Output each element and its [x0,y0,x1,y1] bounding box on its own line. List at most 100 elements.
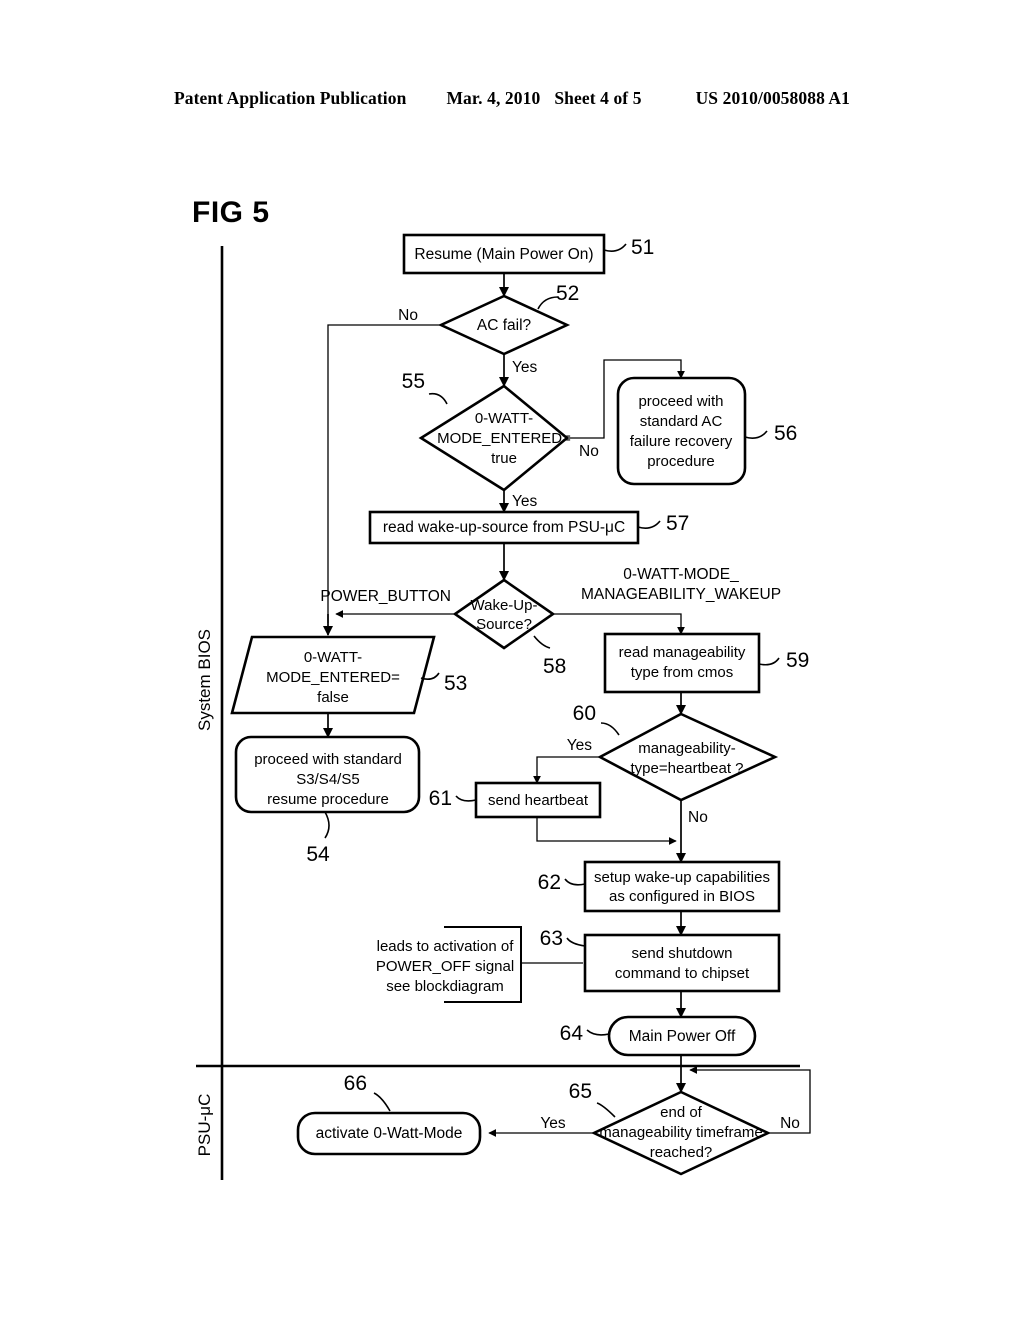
node-52-label: AC fail? [477,317,532,334]
leader-61 [455,795,477,802]
annotation-line3: see blockdiagram [386,978,504,995]
edge-label-timeframe-yes: Yes [540,1115,566,1132]
edge-label-ac-fail-yes: Yes [512,359,538,376]
ref-number-60: 60 [573,702,596,725]
leader-56 [744,430,768,439]
node-62-setup-wakeup-capabilities[interactable]: setup wake-up capabilities as configured… [583,860,781,913]
node-65-timeframe-decision[interactable]: end of manageability timeframe reached? [590,1090,772,1176]
annotation-line2: POWER_OFF signal [376,958,514,975]
node-54-label-line3: resume procedure [267,791,389,808]
ref-number-54: 54 [306,843,330,866]
node-66-activate-0-watt-mode[interactable]: activate 0-Watt-Mode [296,1111,482,1156]
node-53-label-line2: MODE_ENTERED= [266,669,400,686]
node-61-send-heartbeat[interactable]: send heartbeat [474,781,602,819]
ref-number-51: 51 [631,236,654,259]
leader-51 [603,243,627,252]
leader-59 [758,657,780,666]
node-56-label-line1: proceed with [638,393,723,410]
node-51-label: Resume (Main Power On) [414,246,593,263]
leader-62 [564,878,586,886]
leader-58 [533,635,551,649]
ref-number-61: 61 [429,787,452,810]
edge-label-heartbeat-no: No [688,809,708,826]
node-56-label-line2: standard AC [640,413,723,430]
node-54-standard-resume-procedure[interactable]: proceed with standard S3/S4/S5 resume pr… [234,735,421,814]
leader-64 [586,1029,610,1036]
connector-52-no-to-53 [327,324,456,623]
node-52-ac-fail-decision[interactable]: AC fail? [437,294,571,356]
node-58-label-line2: Source? [476,616,532,633]
swimlane-label-system-bios: System BIOS [195,629,214,731]
node-55-label-line1: 0-WATT- [475,410,533,427]
node-60-label-line1: manageability- [638,740,736,757]
node-56-label-line3: failure recovery [630,433,733,450]
node-65-label-line3: reached? [650,1144,713,1161]
node-55-mode-entered-true-decision[interactable]: 0-WATT- MODE_ENTERED= true [418,384,571,492]
node-55-label-line3: true [491,450,517,467]
leader-55 [428,392,448,405]
node-61-label: send heartbeat [488,792,589,809]
node-58-label-line1: Wake-Up- [471,597,538,614]
node-57-read-wakeup-source[interactable]: read wake-up-source from PSU-μC [368,510,640,545]
leader-57 [637,520,661,529]
edge-label-ac-fail-no: No [398,307,418,324]
node-59-label-line1: read manageability [619,644,746,661]
node-60-manageability-type-decision[interactable]: manageability- type=heartbeat ? [597,712,779,802]
node-62-label-line2: as configured in BIOS [609,888,755,905]
edge-label-manageability-wakeup-line1: 0-WATT-MODE_ [623,566,739,583]
leader-52 [537,296,559,310]
edge-label-mode-entered-yes: Yes [512,493,538,510]
node-54-label-line1: proceed with standard [254,751,402,768]
node-62-label-line1: setup wake-up capabilities [594,869,770,886]
ref-number-56: 56 [774,422,797,445]
leader-66 [373,1092,391,1112]
node-55-label-line2: MODE_ENTERED= [437,430,571,447]
ref-number-57: 57 [666,512,689,535]
connector-60-yes-to-61 [533,756,600,784]
edge-label-manageability-wakeup-line2: MANAGEABILITY_WAKEUP [581,586,781,603]
swimlane-label-psu-uc: PSU-μC [195,1094,214,1157]
node-60-label-line2: type=heartbeat ? [630,760,743,777]
leader-63 [566,937,586,947]
node-53-mode-entered-false[interactable]: 0-WATT- MODE_ENTERED= false [230,635,436,715]
node-53-label-line3: false [317,689,349,706]
node-56-ac-failure-recovery[interactable]: proceed with standard AC failure recover… [616,376,747,486]
ref-number-59: 59 [786,649,809,672]
edge-label-timeframe-no: No [780,1115,800,1132]
connector-61-to-trunk [536,817,677,845]
node-64-main-power-off[interactable]: Main Power Off [607,1015,757,1057]
ref-number-58: 58 [543,655,566,678]
node-51-resume-main-power-on[interactable]: Resume (Main Power On) [402,233,606,275]
node-53-label-line1: 0-WATT- [304,649,362,666]
node-64-label: Main Power Off [629,1028,736,1045]
edge-label-heartbeat-yes: Yes [567,737,593,754]
node-65-label-line1: end of [660,1104,703,1121]
edge-label-power-button: POWER_BUTTON [320,588,451,605]
ref-number-63: 63 [540,927,563,950]
ref-number-55: 55 [402,370,425,393]
ref-number-52: 52 [556,282,579,305]
ref-number-66: 66 [344,1072,367,1095]
annotation-power-off-note: leads to activation of POWER_OFF signal … [376,926,522,1003]
leader-65 [596,1102,616,1118]
ref-number-64: 64 [560,1022,584,1045]
node-65-label-line2: manageability timeframe [599,1124,762,1141]
node-58-wakeup-source-decision[interactable]: Wake-Up- Source? [452,578,556,650]
flowchart-canvas: System BIOS PSU-μC Resume (Main Power On… [195,233,811,1180]
leader-54 [324,811,330,839]
node-59-label-line2: type from cmos [631,664,734,681]
node-66-label: activate 0-Watt-Mode [316,1125,463,1142]
node-63-label-line2: command to chipset [615,965,750,982]
node-59-read-manageability-type[interactable]: read manageability type from cmos [603,632,761,694]
ref-number-65: 65 [569,1080,592,1103]
node-54-label-line2: S3/S4/S5 [296,771,359,788]
node-56-label-line4: procedure [647,453,715,470]
annotation-line1: leads to activation of [377,938,515,955]
node-63-send-shutdown-command[interactable]: send shutdown command to chipset [583,933,781,993]
connector-58-manageability-to-59 [553,613,685,635]
node-63-label-line1: send shutdown [632,945,733,962]
ref-number-62: 62 [538,871,561,894]
node-57-label: read wake-up-source from PSU-μC [383,519,625,536]
ref-number-53: 53 [444,672,467,695]
leader-60 [600,722,620,736]
